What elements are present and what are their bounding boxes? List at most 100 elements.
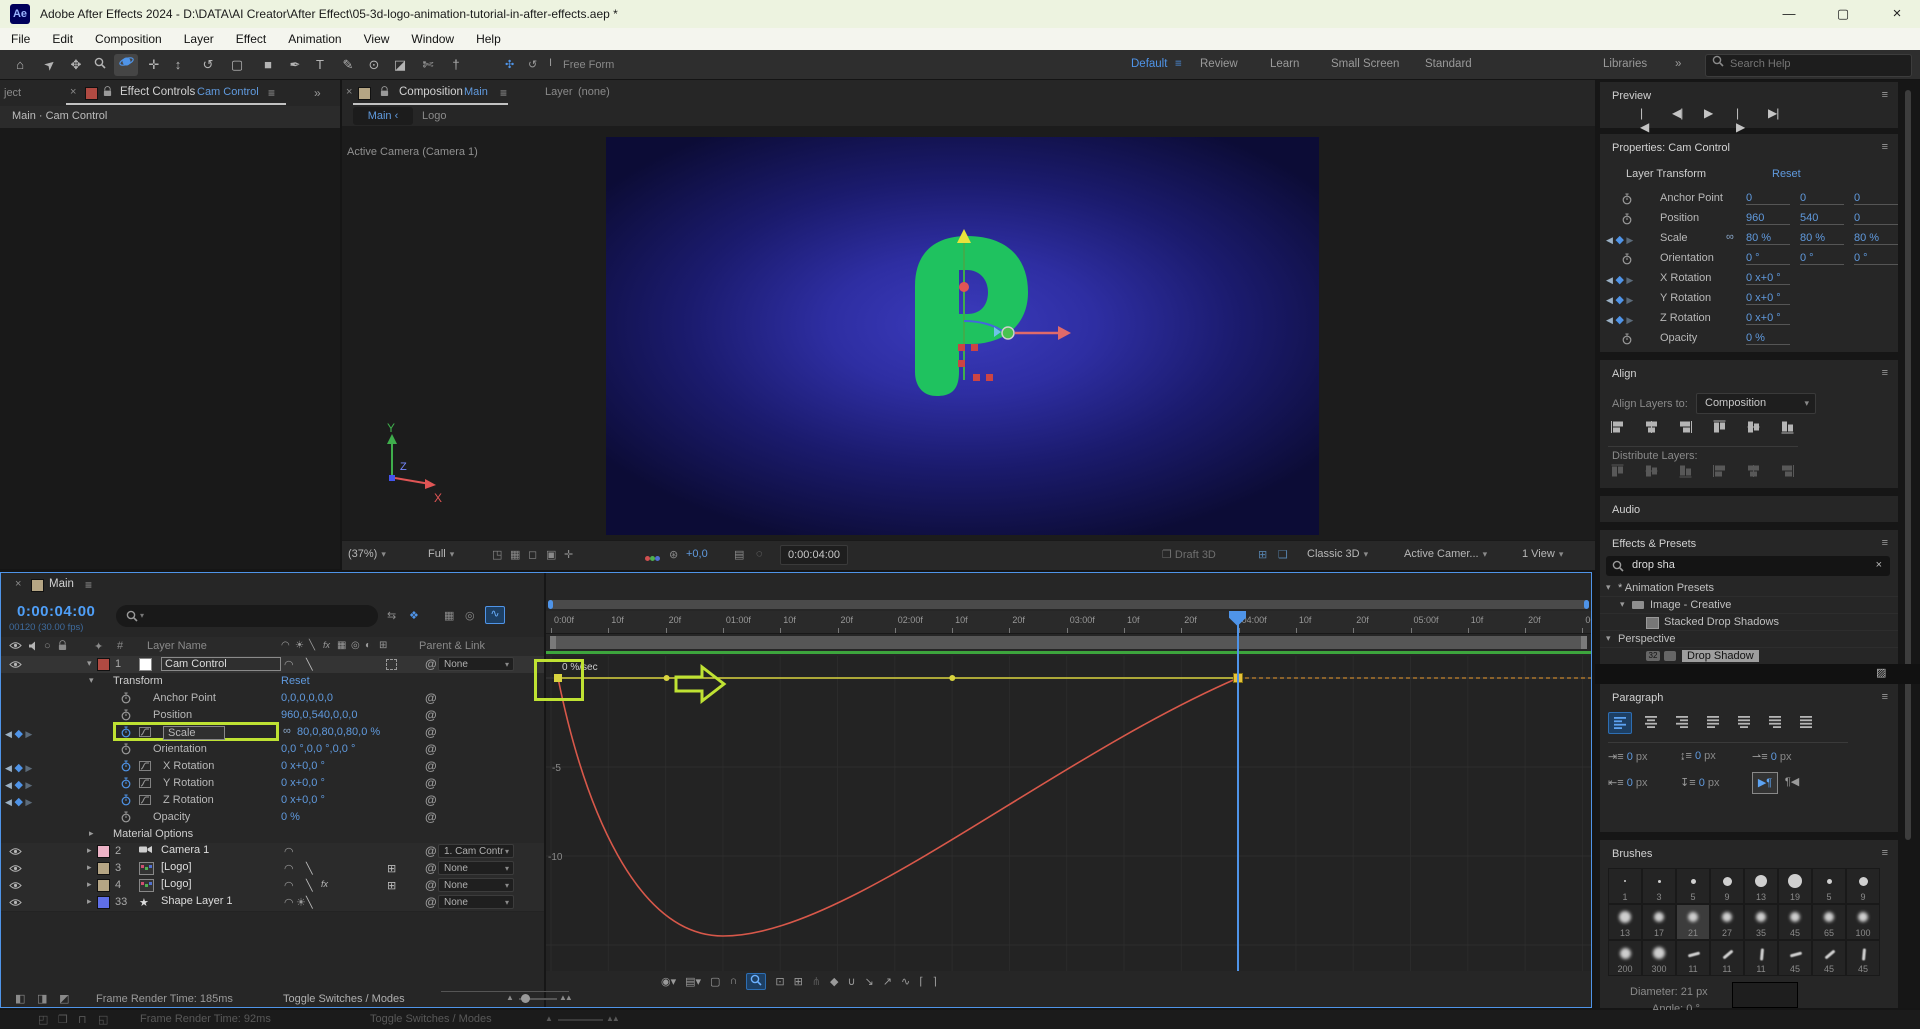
pickwhip-icon[interactable]: @	[425, 861, 437, 875]
keyframe-nav[interactable]: ◀ ◆ ▶	[1606, 273, 1633, 286]
keyframe-nav[interactable]: ◀ ◆ ▶	[5, 778, 32, 791]
distribute-bottom-button[interactable]	[1678, 464, 1693, 481]
layer-color-swatch[interactable]	[97, 845, 110, 858]
brush-item[interactable]: 3	[1642, 868, 1676, 904]
align-top-button[interactable]	[1712, 420, 1727, 437]
parent-dropdown[interactable]: None▾	[438, 878, 514, 892]
brush-item[interactable]: 11	[1710, 940, 1744, 976]
parent-dropdown[interactable]: None▾	[438, 861, 514, 875]
align-left-button[interactable]	[1610, 420, 1625, 437]
zoom-in-icon[interactable]: ▲▲	[559, 993, 571, 1002]
close-tab-icon[interactable]: ×	[70, 86, 76, 98]
panel-title[interactable]: Audio	[1612, 504, 1640, 516]
pixel-aspect-icon[interactable]: ⊞	[1258, 548, 1267, 561]
puppet-pin-tool[interactable]: †	[444, 54, 468, 76]
stopwatch-icon[interactable]	[1622, 253, 1632, 268]
layer-row-cam-control[interactable]: ▾1Cam Control◠╲@None▾	[1, 656, 544, 674]
brush-item[interactable]: 19	[1778, 868, 1812, 904]
transform-group-row[interactable]: ▾TransformReset	[1, 673, 544, 690]
reset-button[interactable]: Reset	[281, 675, 310, 687]
layer-row--logo-[interactable]: ▸4[Logo]◠╲fx⊞@None▾	[1, 877, 544, 895]
brush-item[interactable]: 45	[1778, 940, 1812, 976]
comp-nav-tab-logo[interactable]: Logo	[422, 110, 446, 122]
graph-icon[interactable]	[139, 795, 151, 808]
brush-item[interactable]: 300	[1642, 940, 1676, 976]
quality-switch-icon[interactable]: ╲	[306, 879, 313, 892]
brush-item[interactable]: 11	[1744, 940, 1778, 976]
rotation-tool[interactable]: ↺	[196, 54, 220, 76]
dolly-camera-tool[interactable]: ↕	[166, 54, 190, 76]
view-layout-dropdown[interactable]: 1 View▾	[1522, 548, 1563, 560]
stopwatch-icon[interactable]	[121, 692, 131, 707]
exposure-value[interactable]: +0,0	[686, 548, 708, 560]
indent-left-field[interactable]: ⇥≡ 0 px	[1608, 750, 1648, 763]
property-value[interactable]: 0	[1746, 192, 1790, 205]
layer-row--logo-[interactable]: ▸3[Logo]◠╲⊞@None▾	[1, 860, 544, 878]
property-value[interactable]: 0 x+0,0 °	[281, 777, 325, 789]
tab-layer[interactable]: Layer	[545, 86, 573, 98]
pickwhip-icon[interactable]: @	[425, 878, 437, 892]
panel-title[interactable]: Properties: Cam Control	[1612, 142, 1730, 154]
camera-view-dropdown[interactable]: Active Camer...▾	[1404, 548, 1487, 560]
maximize-button[interactable]: ▢	[1820, 0, 1866, 28]
stopwatch-icon[interactable]	[1622, 193, 1632, 208]
material-options-row[interactable]: ▸Material Options	[1, 826, 544, 843]
edit-speed-graph-icon[interactable]: ⌈	[919, 975, 923, 988]
layer-name[interactable]: Camera 1	[161, 844, 209, 856]
workspace-learn[interactable]: Learn	[1270, 58, 1299, 70]
3d-switch-icon[interactable]: ⊞	[387, 879, 396, 892]
graph-editor-toggle[interactable]: ∿	[485, 606, 505, 624]
tree-item--animation-presets[interactable]: ▾* Animation Presets	[1600, 580, 1898, 597]
panel-title[interactable]: Preview	[1612, 90, 1651, 102]
mini-flowchart-icon[interactable]: ⇆	[387, 609, 396, 622]
zoom-tool[interactable]	[88, 54, 112, 76]
orbit-camera-tool[interactable]	[114, 54, 138, 76]
3d-switch-icon[interactable]: ⊞	[387, 862, 396, 875]
layer-name[interactable]: [Logo]	[161, 861, 192, 873]
link-icon[interactable]: ∞	[1726, 231, 1734, 243]
effects-search-box[interactable]: drop sha ×	[1606, 556, 1890, 576]
eye-icon[interactable]	[9, 864, 22, 876]
layer-color-swatch[interactable]	[97, 658, 110, 671]
left-to-right-button[interactable]: ▶¶	[1752, 772, 1778, 794]
property-row-x-rotation[interactable]: ◀ ◆ ▶X Rotation0 x+0,0 °@	[1, 758, 544, 775]
region-of-interest-icon[interactable]: ▣	[546, 548, 556, 561]
panel-menu-icon[interactable]: ≡	[1882, 89, 1888, 101]
distribute-right-button[interactable]	[1780, 464, 1795, 481]
expander-icon[interactable]: ▾	[1606, 582, 1611, 593]
expand-layer-switches-icon[interactable]: ◧	[15, 992, 25, 1005]
pen-tool[interactable]: ✒	[283, 54, 307, 76]
shy-switch-icon[interactable]: ◠	[284, 862, 294, 875]
reset-button[interactable]: Reset	[1772, 168, 1801, 180]
menu-composition[interactable]: Composition	[84, 28, 173, 46]
property-value[interactable]: 80,0,80,0,80,0 %	[297, 726, 380, 738]
brush-item[interactable]: 100	[1846, 904, 1880, 940]
fx-switch-icon[interactable]: fx	[321, 879, 328, 889]
pickwhip-icon[interactable]: @	[425, 657, 437, 671]
property-row-scale[interactable]: ◀ ◆ ▶Scale∞80,0,80,0,80,0 %@	[1, 724, 544, 741]
workspace-small-screen[interactable]: Small Screen	[1331, 58, 1399, 70]
menu-help[interactable]: Help	[465, 28, 512, 46]
pickwhip-icon[interactable]: @	[425, 691, 437, 705]
time-navigator[interactable]	[548, 600, 1589, 609]
panel-menu-icon[interactable]: ≡	[1882, 141, 1888, 153]
property-row-opacity[interactable]: Opacity0 %@	[1, 809, 544, 826]
magnification-dropdown[interactable]: (37%)▾	[348, 548, 386, 560]
lock-icon[interactable]	[380, 86, 389, 100]
timeline-tab-main[interactable]: Main	[49, 578, 74, 590]
brush-item[interactable]: 45	[1778, 904, 1812, 940]
stopwatch-icon[interactable]	[1622, 213, 1632, 228]
brush-item[interactable]: 65	[1812, 904, 1846, 940]
expand-transfer-controls-icon[interactable]: ◨	[37, 992, 47, 1005]
property-value[interactable]: 0,0 °,0,0 °,0,0 °	[281, 743, 355, 755]
close-tab-icon[interactable]: ×	[15, 578, 21, 590]
work-area-bar[interactable]	[550, 636, 1587, 649]
panel-overflow-icon[interactable]: »	[314, 86, 321, 100]
drag-corner-icon[interactable]: ▨	[1876, 666, 1886, 679]
distribute-top-button[interactable]	[1610, 464, 1625, 481]
brush-tool[interactable]: ✎	[336, 54, 360, 76]
fit-all-icon[interactable]: ⊞	[794, 975, 803, 988]
brush-item[interactable]: 45	[1846, 940, 1880, 976]
zoom-slider-thumb[interactable]	[521, 994, 530, 1003]
eye-icon[interactable]	[9, 847, 22, 859]
